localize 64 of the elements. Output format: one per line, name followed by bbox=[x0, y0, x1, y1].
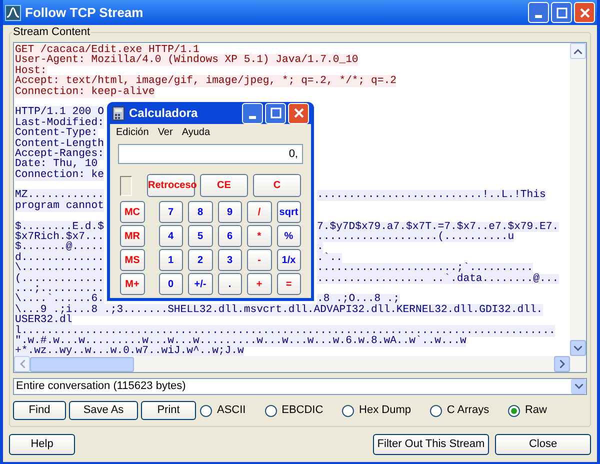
button[interactable]: Filter Out This Stream bbox=[373, 434, 489, 455]
calculator-key[interactable]: - bbox=[247, 249, 272, 271]
calculator-key[interactable]: 1/x bbox=[276, 249, 301, 271]
menu-item[interactable]: Ayuda bbox=[182, 124, 210, 140]
radio-label: Raw bbox=[524, 403, 547, 418]
calculator-key[interactable]: 8 bbox=[188, 201, 212, 223]
button[interactable]: Close bbox=[495, 434, 591, 455]
calculator-icon bbox=[112, 106, 125, 120]
calculator-key[interactable]: 9 bbox=[218, 201, 242, 223]
window-title: Calculadora bbox=[129, 105, 199, 122]
calculator-key[interactable]: = bbox=[276, 273, 301, 295]
calculator-key[interactable]: % bbox=[276, 225, 301, 247]
button[interactable]: Print bbox=[141, 401, 196, 420]
radio-button[interactable] bbox=[200, 404, 212, 416]
radio-label: EBCDIC bbox=[282, 403, 324, 418]
menu-item[interactable]: Edición bbox=[116, 124, 149, 140]
calculator-key[interactable]: MC bbox=[120, 201, 144, 223]
close-button[interactable] bbox=[288, 102, 309, 124]
minimize-icon bbox=[535, 15, 542, 18]
conversation-select[interactable]: Entire conversation (115623 bytes) bbox=[13, 378, 587, 395]
calculator-key[interactable]: M+ bbox=[120, 273, 144, 295]
radio-button[interactable] bbox=[430, 404, 442, 416]
minimize-button[interactable] bbox=[242, 102, 263, 124]
group-label: Stream Content bbox=[12, 26, 92, 38]
maximize-button[interactable] bbox=[265, 102, 286, 124]
radio-button[interactable] bbox=[264, 404, 277, 416]
calculator-key[interactable]: 4 bbox=[158, 225, 183, 247]
radio-button[interactable] bbox=[342, 404, 354, 416]
calculator-display: 0, bbox=[118, 144, 303, 164]
radio-label: Hex Dump bbox=[359, 403, 412, 418]
minimize-icon bbox=[249, 116, 256, 118]
calculator-key[interactable]: MS bbox=[120, 249, 144, 271]
calculator-key[interactable]: / bbox=[247, 201, 272, 223]
calculator-key[interactable]: CE bbox=[200, 174, 248, 197]
calculator-key[interactable]: 1 bbox=[158, 249, 183, 271]
calculator-key[interactable]: sqrt bbox=[276, 201, 301, 223]
calculator-key[interactable]: 2 bbox=[188, 249, 212, 271]
window-title: Follow TCP Stream bbox=[25, 4, 144, 22]
button[interactable]: Save As bbox=[69, 401, 138, 420]
calculator-key[interactable]: C bbox=[253, 174, 301, 197]
radio-label: ASCII bbox=[217, 403, 246, 418]
calculator-key[interactable]: 7 bbox=[158, 201, 183, 223]
calculator-key[interactable]: 5 bbox=[188, 225, 212, 247]
button[interactable]: Find bbox=[13, 401, 66, 420]
button[interactable]: Help bbox=[9, 434, 75, 455]
calculator-key[interactable]: MR bbox=[120, 225, 144, 247]
menu-item[interactable]: Ver bbox=[158, 124, 173, 140]
radio-button[interactable] bbox=[508, 404, 520, 416]
memory-indicator bbox=[120, 176, 132, 196]
horizontal-scrollbar[interactable] bbox=[14, 356, 586, 372]
calculator-key[interactable]: * bbox=[247, 225, 272, 247]
maximize-button[interactable] bbox=[551, 2, 572, 23]
calculator-key[interactable]: +/- bbox=[188, 273, 212, 295]
calculator-key[interactable]: 6 bbox=[218, 225, 242, 247]
scroll-thumb[interactable] bbox=[30, 356, 134, 372]
calculator-key[interactable]: 3 bbox=[218, 249, 242, 271]
calculator-key[interactable]: 0 bbox=[158, 273, 183, 295]
calculator-key[interactable]: . bbox=[218, 273, 242, 295]
radio-label: C Arrays bbox=[446, 403, 490, 418]
close-button[interactable] bbox=[574, 2, 595, 23]
app-icon bbox=[5, 4, 21, 20]
minimize-button[interactable] bbox=[528, 2, 549, 23]
vertical-scrollbar[interactable] bbox=[570, 43, 586, 356]
calculator-key[interactable]: + bbox=[247, 273, 272, 295]
